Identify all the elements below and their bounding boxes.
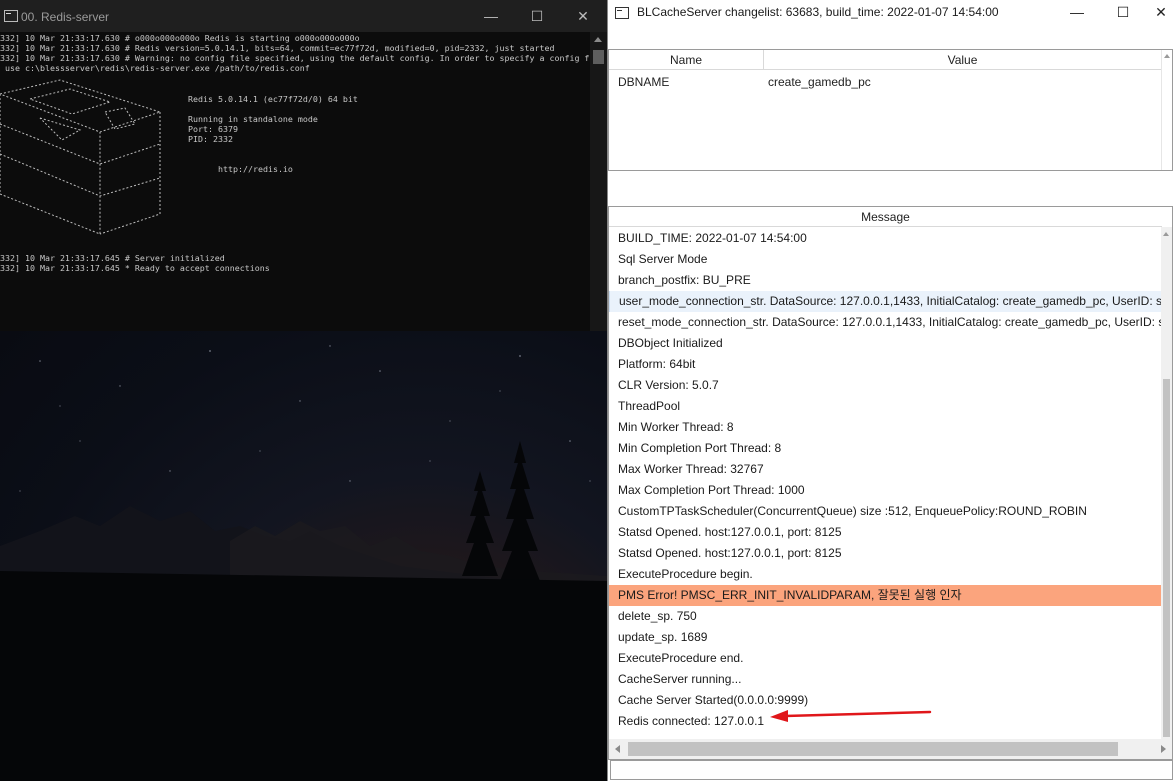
- scroll-up-arrow-icon[interactable]: [1164, 54, 1170, 58]
- message-item[interactable]: Statsd Opened. host:127.0.0.1, port: 812…: [609, 543, 1162, 564]
- console-scrollbar[interactable]: [590, 32, 607, 331]
- message-scroll-thumb[interactable]: [1163, 379, 1170, 737]
- message-item[interactable]: CLR Version: 5.0.7: [609, 375, 1162, 396]
- message-list-panel[interactable]: Message BUILD_TIME: 2022-01-07 14:54:00 S…: [608, 206, 1173, 760]
- message-item[interactable]: BUILD_TIME: 2022-01-07 14:54:00: [609, 228, 1162, 249]
- message-item[interactable]: DBObject Initialized: [609, 333, 1162, 354]
- name-value-grid[interactable]: Name Value DBNAME create_gamedb_pc: [608, 49, 1173, 171]
- message-item[interactable]: Min Worker Thread: 8: [609, 417, 1162, 438]
- console-app-icon: [4, 10, 18, 22]
- console-close-button[interactable]: ✕: [560, 0, 606, 32]
- command-input[interactable]: [610, 760, 1173, 780]
- message-item[interactable]: Cache Server Started(0.0.0.0:9999): [609, 690, 1162, 711]
- scroll-up-arrow-icon[interactable]: [594, 37, 602, 42]
- app-window-title: BLCacheServer changelist: 63683, build_t…: [637, 5, 999, 19]
- console-log-line: 332] 10 Mar 21:33:17.630 # Warning: no c…: [0, 53, 590, 63]
- console-log-line: 332] 10 Mar 21:33:17.630 # o000o000o000o…: [0, 33, 360, 43]
- console-log-line: use c:\blessserver\redis\redis-server.ex…: [0, 63, 310, 73]
- redis-version-line: Redis 5.0.14.1 (ec77f72d/0) 64 bit: [188, 94, 358, 104]
- message-item[interactable]: Max Worker Thread: 32767: [609, 459, 1162, 480]
- message-item[interactable]: Platform: 64bit: [609, 354, 1162, 375]
- message-item[interactable]: Statsd Opened. host:127.0.0.1, port: 812…: [609, 522, 1162, 543]
- column-header-message[interactable]: Message: [609, 207, 1162, 227]
- app-minimize-button[interactable]: —: [1054, 0, 1100, 26]
- console-minimize-button[interactable]: —: [468, 0, 514, 32]
- redis-port-line: Port: 6379: [188, 124, 238, 134]
- blcacheserver-window[interactable]: BLCacheServer changelist: 63683, build_t…: [607, 0, 1175, 781]
- app-titlebar[interactable]: BLCacheServer changelist: 63683, build_t…: [608, 0, 1175, 26]
- message-item[interactable]: ExecuteProcedure end.: [609, 648, 1162, 669]
- row-name-cell: DBNAME: [618, 75, 670, 89]
- console-output[interactable]: 332] 10 Mar 21:33:17.630 # o000o000o000o…: [0, 32, 590, 331]
- redis-pid-line: PID: 2332: [188, 134, 233, 144]
- message-vertical-scrollbar[interactable]: [1161, 227, 1172, 739]
- row-value-cell: create_gamedb_pc: [768, 75, 871, 89]
- message-item[interactable]: user_mode_connection_str. DataSource: 12…: [609, 291, 1162, 312]
- table-row[interactable]: DBNAME create_gamedb_pc: [609, 71, 1172, 93]
- message-item[interactable]: ThreadPool: [609, 396, 1162, 417]
- message-list[interactable]: BUILD_TIME: 2022-01-07 14:54:00 Sql Serve…: [609, 228, 1162, 738]
- column-header-name[interactable]: Name: [609, 50, 764, 70]
- app-close-button[interactable]: ✕: [1138, 0, 1175, 26]
- mountain-silhouette: [0, 345, 607, 781]
- console-log-line: 332] 10 Mar 21:33:17.645 # Server initia…: [0, 253, 225, 263]
- message-item[interactable]: branch_postfix: BU_PRE: [609, 270, 1162, 291]
- message-item[interactable]: ExecuteProcedure begin.: [609, 564, 1162, 585]
- redis-url-line: http://redis.io: [218, 164, 293, 174]
- scroll-right-arrow-icon[interactable]: [1161, 745, 1166, 753]
- scroll-left-arrow-icon[interactable]: [615, 745, 620, 753]
- message-item[interactable]: update_sp. 1689: [609, 627, 1162, 648]
- scroll-up-arrow-icon[interactable]: [1163, 232, 1169, 236]
- console-scroll-thumb[interactable]: [593, 50, 604, 64]
- redis-console-window[interactable]: 00. Redis-server — ☐ ✕ 332] 10 Mar 21:33…: [0, 0, 607, 331]
- error-message-item[interactable]: PMS Error! PMSC_ERR_INIT_INVALIDPARAM, 잘…: [609, 585, 1162, 606]
- console-window-title: 00. Redis-server: [21, 10, 110, 24]
- grid-scrollbar[interactable]: [1161, 50, 1172, 170]
- message-item[interactable]: delete_sp. 750: [609, 606, 1162, 627]
- redis-ascii-logo: [0, 79, 162, 235]
- redis-mode-line: Running in standalone mode: [188, 114, 318, 124]
- message-item[interactable]: CustomTPTaskScheduler(ConcurrentQueue) s…: [609, 501, 1162, 522]
- console-log-line: 332] 10 Mar 21:33:17.645 * Ready to acce…: [0, 263, 270, 273]
- console-log-line: 332] 10 Mar 21:33:17.630 # Redis version…: [0, 43, 555, 53]
- message-item[interactable]: Min Completion Port Thread: 8: [609, 438, 1162, 459]
- message-item[interactable]: Redis connected: 127.0.0.1: [609, 711, 1162, 732]
- column-header-value[interactable]: Value: [764, 50, 1161, 70]
- console-titlebar[interactable]: 00. Redis-server — ☐ ✕: [0, 0, 607, 32]
- message-hscroll-thumb[interactable]: [628, 742, 1118, 756]
- message-item[interactable]: CacheServer running...: [609, 669, 1162, 690]
- message-item[interactable]: reset_mode_connection_str. DataSource: 1…: [609, 312, 1162, 333]
- console-maximize-button[interactable]: ☐: [514, 0, 560, 32]
- message-item[interactable]: Sql Server Mode: [609, 249, 1162, 270]
- desktop-wallpaper: [0, 331, 607, 781]
- message-horizontal-scrollbar[interactable]: [609, 739, 1172, 759]
- message-item[interactable]: Max Completion Port Thread: 1000: [609, 480, 1162, 501]
- app-window-icon: [615, 7, 629, 19]
